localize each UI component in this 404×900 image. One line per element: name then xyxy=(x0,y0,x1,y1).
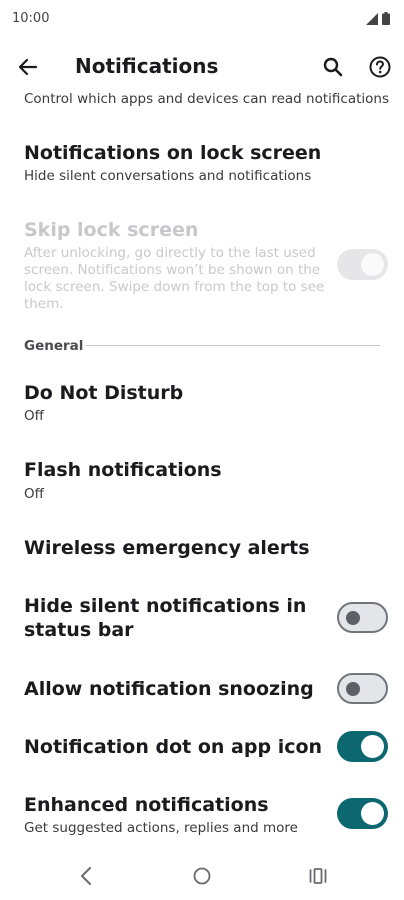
setting-title: Skip lock screen xyxy=(24,219,199,241)
back-button[interactable] xyxy=(14,53,42,81)
setting-flash-notifications[interactable]: Flash notifications Off xyxy=(0,457,404,505)
setting-notification-snoozing[interactable]: Allow notification snoozing xyxy=(0,673,404,706)
signal-icon xyxy=(366,12,378,25)
setting-title-line: status bar xyxy=(24,619,134,641)
setting-wireless-emergency-alerts[interactable]: Wireless emergency alerts xyxy=(0,535,404,565)
hide-silent-notifications-toggle[interactable] xyxy=(337,602,388,633)
help-circle-icon xyxy=(369,56,391,78)
arrow-left-icon xyxy=(18,58,38,76)
setting-title: Notification dot on app icon xyxy=(24,736,323,758)
setting-hide-silent-notifications[interactable]: Hide silent notifications in status bar xyxy=(0,594,404,646)
notification-snoozing-toggle[interactable] xyxy=(337,673,388,704)
setting-subtitle: Hide silent conversations and notificati… xyxy=(24,168,312,184)
setting-title: Notifications on lock screen xyxy=(24,142,322,164)
notification-dot-toggle[interactable] xyxy=(337,731,388,762)
setting-title: Enhanced notifications xyxy=(24,794,269,816)
setting-title: Do Not Disturb xyxy=(24,382,184,404)
setting-do-not-disturb[interactable]: Do Not Disturb Off xyxy=(0,380,404,428)
setting-subtitle-line: them. xyxy=(24,296,64,312)
battery-icon xyxy=(382,12,390,25)
setting-title: Wireless emergency alerts xyxy=(24,537,310,559)
page-title: Notifications xyxy=(75,54,219,78)
status-icons xyxy=(366,12,390,25)
setting-title: Flash notifications xyxy=(24,459,222,481)
setting-subtitle: Get suggested actions, replies and more xyxy=(24,820,298,836)
setting-enhanced-notifications[interactable]: Enhanced notifications Get suggested act… xyxy=(0,792,404,842)
search-button[interactable] xyxy=(319,53,347,81)
section-header-general: General xyxy=(24,338,84,354)
setting-subtitle: Off xyxy=(24,486,44,502)
setting-subtitle: Control which apps and devices can read … xyxy=(24,91,389,107)
setting-title: Allow notification snoozing xyxy=(24,678,314,700)
nav-home-icon[interactable] xyxy=(193,867,211,885)
nav-back-icon[interactable] xyxy=(76,865,96,887)
setting-subtitle: Off xyxy=(24,408,44,424)
setting-subtitle-line: screen. Notifications won’t be shown on … xyxy=(24,262,321,278)
nav-recents-icon[interactable] xyxy=(308,866,328,886)
setting-notification-access[interactable]: Control which apps and devices can read … xyxy=(0,88,404,108)
setting-subtitle-line: lock screen. Swipe down from the top to … xyxy=(24,279,325,295)
skip-lock-screen-toggle xyxy=(337,249,388,280)
setting-lock-screen-notifications[interactable]: Notifications on lock screen Hide silent… xyxy=(0,140,404,190)
status-time: 10:00 xyxy=(12,11,50,26)
setting-subtitle-line: After unlocking, go directly to the last… xyxy=(24,245,316,261)
search-icon xyxy=(323,57,343,77)
enhanced-notifications-toggle[interactable] xyxy=(337,798,388,829)
setting-notification-dot[interactable]: Notification dot on app icon xyxy=(0,731,404,764)
help-button[interactable] xyxy=(366,53,394,81)
setting-skip-lock-screen: Skip lock screen After unlocking, go dir… xyxy=(0,218,404,314)
setting-title-line: Hide silent notifications in xyxy=(24,595,307,617)
section-divider xyxy=(86,345,380,346)
